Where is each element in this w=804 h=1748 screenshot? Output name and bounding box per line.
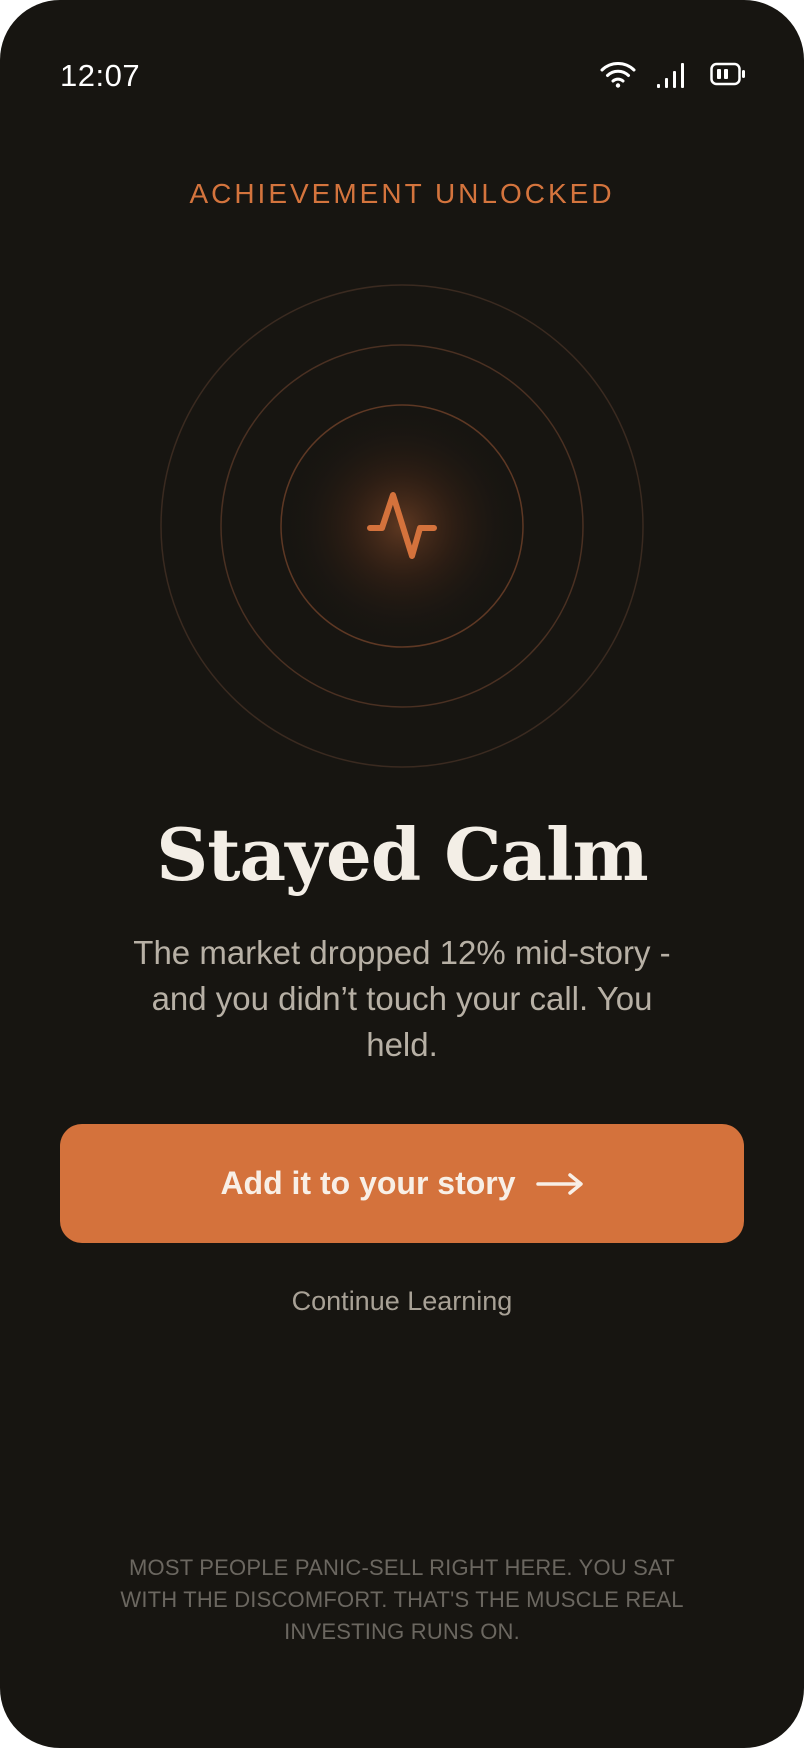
add-to-story-button[interactable]: Add it to your story <box>60 1124 744 1243</box>
achievement-screen: 12:07 ACHIEVEMENT UNLOCKED Stayed Calm T… <box>0 0 804 1748</box>
status-time: 12:07 <box>60 58 141 93</box>
wifi-icon <box>600 60 636 88</box>
achievement-title: Stayed Calm <box>156 812 648 897</box>
status-icons <box>600 60 746 88</box>
achievement-eyebrow: ACHIEVEMENT UNLOCKED <box>189 178 615 209</box>
arrow-right-icon <box>535 1172 584 1196</box>
status-bar: 12:07 <box>0 0 804 150</box>
battery-icon <box>710 62 746 86</box>
continue-learning-link[interactable]: Continue Learning <box>0 1286 804 1317</box>
achievement-badge <box>160 284 644 768</box>
footnote: MOST PEOPLE PANIC-SELL RIGHT HERE. YOU S… <box>120 1555 684 1644</box>
add-to-story-label: Add it to your story <box>220 1165 516 1201</box>
achievement-description: The market dropped 12% mid-story - and y… <box>133 934 671 1063</box>
signal-icon <box>656 60 690 88</box>
